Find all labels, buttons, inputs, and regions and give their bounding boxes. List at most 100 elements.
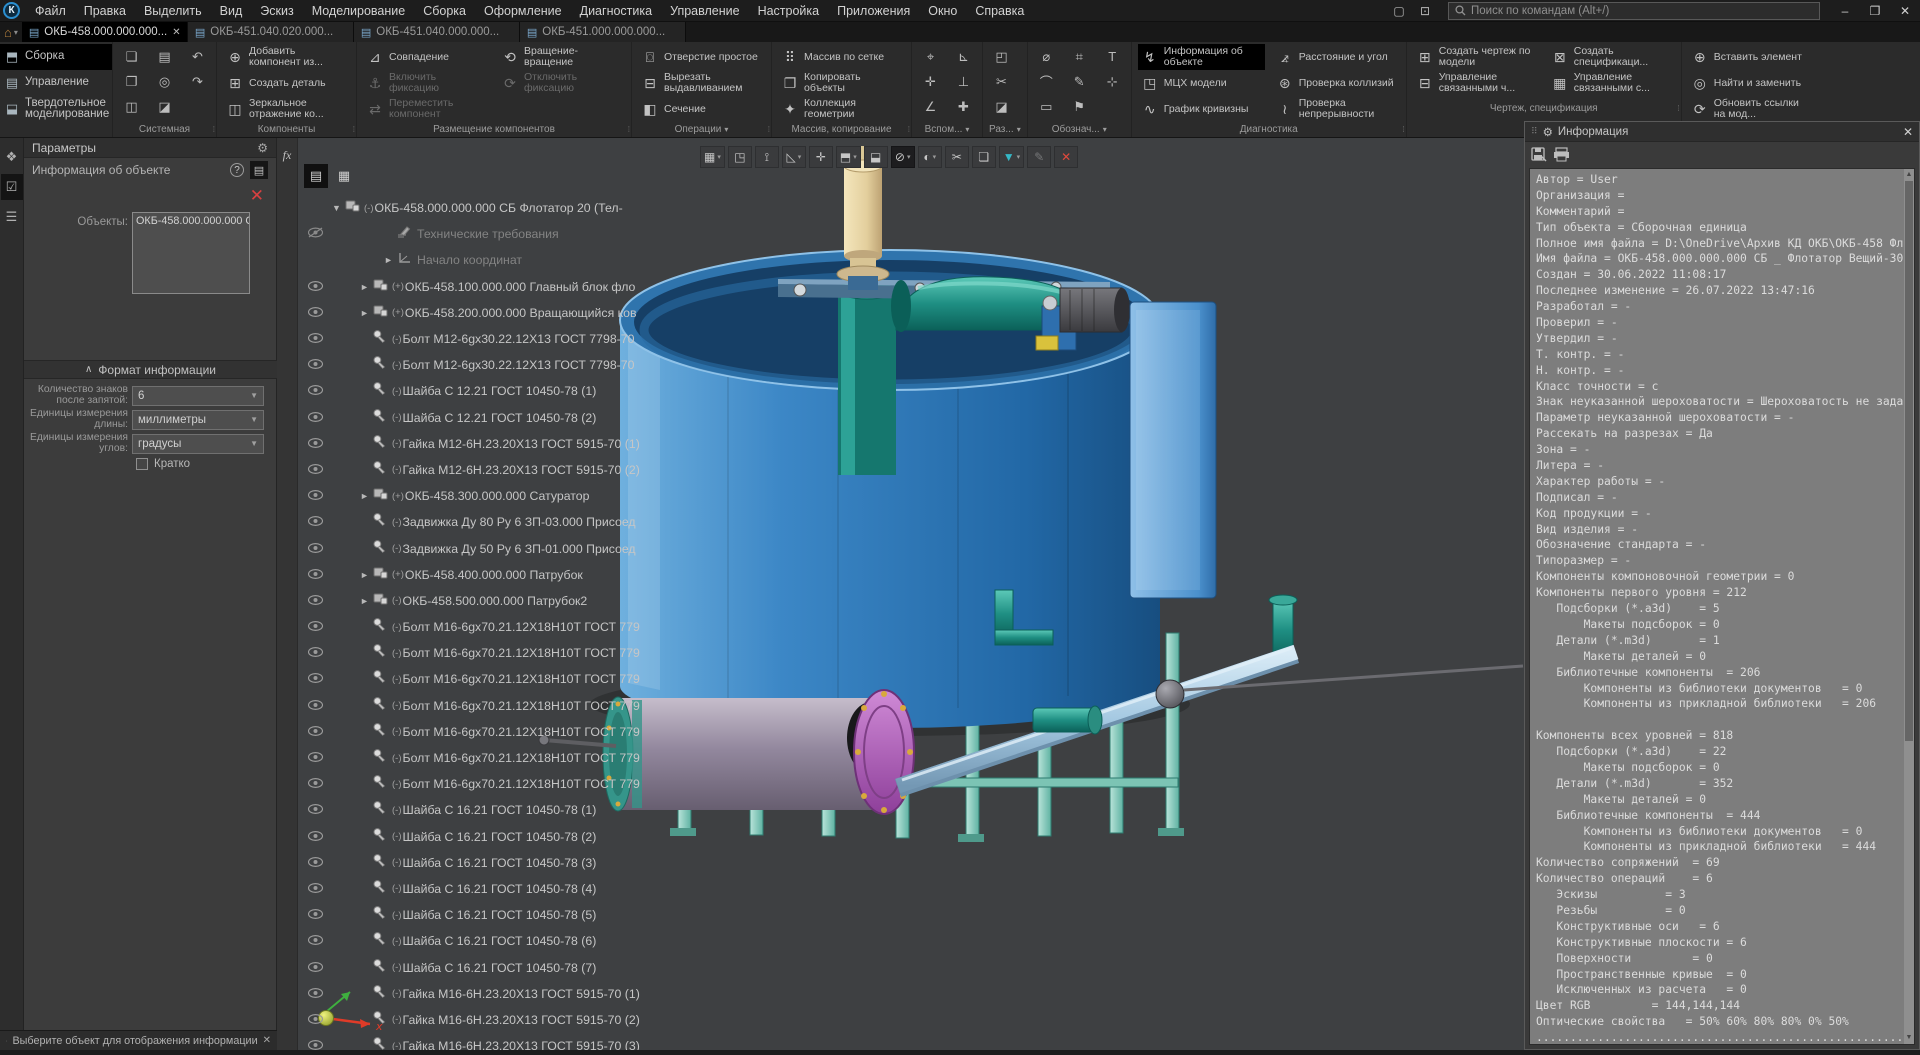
visibility-eye-icon[interactable] <box>306 461 324 479</box>
inner-column[interactable] <box>838 281 896 475</box>
viewport-tool-button[interactable]: ◳ <box>728 146 752 168</box>
notation-tool-icon[interactable]: ⚑ <box>1067 96 1091 118</box>
tree-row[interactable]: ▼ (-) ОКБ-458.000.000.000 СБ Флотатор 20… <box>298 195 698 221</box>
ribbon-button[interactable]: ↯Информация об объекте <box>1138 44 1265 70</box>
document-tab[interactable]: ▤ ОКБ-451.000.000.000... <box>520 22 686 42</box>
visibility-eye-icon[interactable] <box>306 409 324 427</box>
visibility-eye-icon[interactable] <box>306 304 324 322</box>
menu-item[interactable]: Настройка <box>749 0 829 22</box>
tab-close-icon[interactable]: ✕ <box>172 27 180 38</box>
ribbon-button[interactable]: ⠿Массив по сетке <box>778 44 905 70</box>
tree-row[interactable]: (-) Шайба С 16.21 ГОСТ 10450-78 (1) <box>298 797 698 823</box>
cancel-icon[interactable]: ✕ <box>250 186 264 206</box>
menu-item[interactable]: Оформление <box>475 0 571 22</box>
ribbon-button[interactable]: ⟲Вращение-вращение <box>498 44 625 70</box>
windows-icon[interactable]: ⊡ <box>1412 4 1438 18</box>
system-tool-icon[interactable]: ❏ <box>120 46 144 68</box>
section-tool-icon[interactable]: ✂ <box>990 71 1014 93</box>
ribbon-button[interactable]: ⟳Обновить ссылки на мод... <box>1688 96 1815 122</box>
menu-item[interactable]: Сборка <box>414 0 475 22</box>
system-tool-icon[interactable]: ▤ <box>153 46 177 68</box>
tree-row[interactable]: ► (+) ОКБ-458.100.000.000 Главный блок ф… <box>298 274 698 300</box>
visibility-eye-icon[interactable] <box>306 1037 324 1050</box>
tree-row[interactable]: (-) Шайба С 16.21 ГОСТ 10450-78 (2) <box>298 824 698 850</box>
ribbon-button[interactable]: ✦Коллекция геометрии <box>778 96 905 122</box>
command-search-input[interactable]: Поиск по командам (Alt+/) <box>1448 2 1820 20</box>
system-tool-icon[interactable]: ↶ <box>186 46 210 68</box>
tree-row[interactable]: ► (+) ОКБ-458.300.000.000 Сатуратор <box>298 483 698 509</box>
aux-tool-icon[interactable]: ✚ <box>952 96 976 118</box>
tree-row[interactable]: (-) Болт М16-6gx70.21.12Х18Н10Т ГОСТ 779 <box>298 614 698 640</box>
visibility-eye-icon[interactable] <box>306 985 324 1003</box>
tree-row[interactable]: ► Начало координат <box>298 247 698 273</box>
ribbon-button[interactable]: ◫Зеркальное отражение ко... <box>223 96 350 122</box>
aux-tool-icon[interactable]: ∠ <box>919 96 943 118</box>
aux-tool-icon[interactable]: ⊥ <box>952 71 976 93</box>
panel-switch-icon[interactable]: ❖ <box>1 144 23 170</box>
menu-item[interactable]: Приложения <box>828 0 919 22</box>
tree-row[interactable]: (-) Гайка М12-6Н.23.20Х13 ГОСТ 5915-70 (… <box>298 457 698 483</box>
visibility-eye-icon[interactable] <box>306 592 324 610</box>
visibility-eye-icon[interactable] <box>306 382 324 400</box>
close-button[interactable]: ✕ <box>1890 0 1920 22</box>
tree-row[interactable]: (-) Болт М16-6gx70.21.12Х18Н10Т ГОСТ 779 <box>298 640 698 666</box>
tree-row[interactable]: (-) Болт М16-6gx70.21.12Х18Н10Т ГОСТ 779 <box>298 745 698 771</box>
menu-item[interactable]: Окно <box>919 0 966 22</box>
ribbon-button[interactable]: ∿График кривизны <box>1138 96 1265 122</box>
system-tool-icon[interactable]: ↷ <box>186 71 210 93</box>
ribbon-button[interactable]: ⦨Расстояние и угол <box>1273 44 1400 70</box>
dropdown-select[interactable]: миллиметры▼ <box>132 410 264 430</box>
ribbon-button[interactable]: ⊛Проверка коллизий <box>1273 70 1400 96</box>
section-tool-icon[interactable]: ◰ <box>990 46 1014 68</box>
tree-row[interactable]: (-) Шайба С 16.21 ГОСТ 10450-78 (5) <box>298 902 698 928</box>
format-section-header[interactable]: ∧ Формат информации <box>24 360 277 379</box>
visibility-eye-icon[interactable] <box>306 749 324 767</box>
document-tab[interactable]: ▤ ОКБ-451.040.000.000... <box>354 22 520 42</box>
visibility-eye-icon[interactable] <box>306 906 324 924</box>
ribbon-button[interactable]: ⊠Создать спецификаци... <box>1548 44 1675 70</box>
notation-tool-icon[interactable]: ▭ <box>1034 96 1058 118</box>
tree-row[interactable]: ► (+) ОКБ-458.200.000.000 Вращающийся ко… <box>298 300 698 326</box>
visibility-eye-icon[interactable] <box>306 225 324 243</box>
viewport-tool-button[interactable]: ✛ <box>809 146 833 168</box>
ribbon-button[interactable]: ⊞Создать чертеж по модели <box>1413 44 1540 70</box>
start-page-button[interactable]: ⌂▾ <box>0 22 22 42</box>
fx-variables-tab[interactable]: fx <box>277 148 297 163</box>
status-close-icon[interactable]: ✕ <box>263 1035 271 1046</box>
tree-row[interactable]: (-) Болт М12-6gx30.22.12Х13 ГОСТ 7798-70 <box>298 352 698 378</box>
notation-tool-icon[interactable]: ✎ <box>1067 71 1091 93</box>
viewport-tool-button[interactable]: ◺ ▾ <box>782 146 806 168</box>
system-tool-icon[interactable]: ❐ <box>120 71 144 93</box>
viewport-tool-button[interactable]: ⬓ <box>864 146 888 168</box>
section-tool-icon[interactable]: ◪ <box>990 96 1014 118</box>
gear-icon[interactable]: ⚙ <box>257 141 268 155</box>
dropdown-select[interactable]: градусы▼ <box>132 434 264 454</box>
visibility-eye-icon[interactable] <box>306 723 324 741</box>
ribbon-button[interactable]: ❐Копировать объекты <box>778 70 905 96</box>
visibility-eye-icon[interactable] <box>306 828 324 846</box>
ribbon-button[interactable]: ▦Управление связанными с... <box>1548 70 1675 96</box>
tree-row[interactable]: (-) Гайка М12-6Н.23.20Х13 ГОСТ 5915-70 (… <box>298 431 698 457</box>
ribbon-button[interactable]: ⊟Вырезать выдавливанием <box>638 70 765 96</box>
tree-row[interactable]: (-) Задвижка Ду 80 Ру 6 ЗП-03.000 Присое… <box>298 509 698 535</box>
viewport-tool-button[interactable]: ▼ ▾ <box>999 146 1024 168</box>
visibility-eye-icon[interactable] <box>306 278 324 296</box>
info-close-icon[interactable]: ✕ <box>1903 125 1913 139</box>
tree-row[interactable]: (-) Шайба С 12.21 ГОСТ 10450-78 (1) <box>298 378 698 404</box>
menu-item[interactable]: Эскиз <box>251 0 302 22</box>
tree-row[interactable]: (-) Болт М12-6gx30.22.12Х13 ГОСТ 7798-70 <box>298 326 698 352</box>
visibility-eye-icon[interactable] <box>306 487 324 505</box>
notation-tool-icon[interactable]: ⌒ <box>1034 71 1058 93</box>
ribbon-button[interactable]: ⊞Создать деталь <box>223 70 350 96</box>
tree-row[interactable]: (-) Шайба С 16.21 ГОСТ 10450-78 (4) <box>298 876 698 902</box>
ribbon-button[interactable]: ⟳Отключить фиксацию <box>498 70 625 96</box>
menu-item[interactable]: Файл <box>26 0 75 22</box>
tree-row[interactable]: (-) Шайба С 16.21 ГОСТ 10450-78 (3) <box>298 850 698 876</box>
visibility-eye-icon[interactable] <box>306 356 324 374</box>
menu-item[interactable]: Управление <box>661 0 749 22</box>
minimize-button[interactable]: – <box>1830 0 1860 22</box>
system-tool-icon[interactable]: ◎ <box>153 71 177 93</box>
info-scrollbar[interactable]: ▲ ▼ <box>1904 169 1914 1044</box>
tree-row[interactable]: (-) Болт М16-6gx70.21.12Х18Н10Т ГОСТ 779 <box>298 666 698 692</box>
aux-tool-icon[interactable]: ⊾ <box>952 46 976 68</box>
